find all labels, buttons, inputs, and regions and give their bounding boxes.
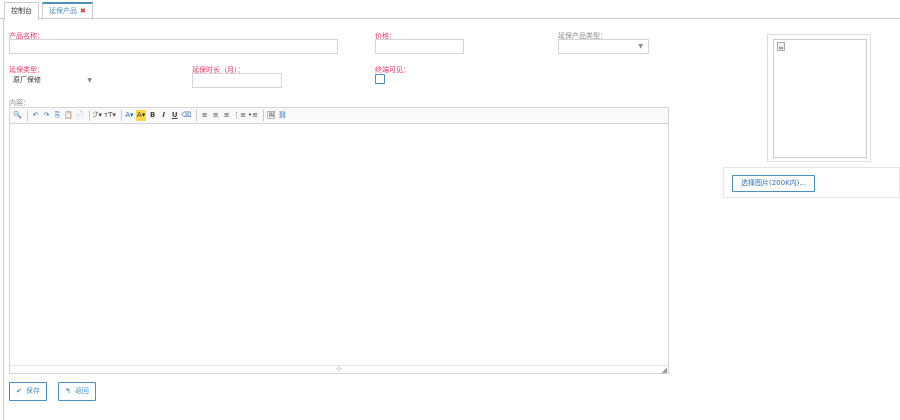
duration-input[interactable] bbox=[192, 73, 282, 88]
price-input[interactable] bbox=[375, 39, 464, 54]
redo-icon[interactable]: ↷ bbox=[42, 110, 51, 121]
toolbar-divider bbox=[27, 110, 28, 121]
tab-extended-warranty-product[interactable]: 延保产品 ✖ bbox=[42, 2, 93, 20]
copy-icon[interactable]: ⎘ bbox=[53, 110, 62, 121]
back-button[interactable]: ↰ 返回 bbox=[58, 382, 96, 401]
image-icon[interactable]: 🖼 bbox=[267, 110, 276, 121]
image-preview-panel bbox=[767, 34, 871, 162]
toolbar-divider bbox=[120, 110, 122, 121]
image-preview-frame bbox=[773, 39, 867, 158]
select-image-button[interactable]: 选择图片(200K内)... bbox=[732, 175, 816, 192]
link-icon[interactable]: ⛓ bbox=[278, 110, 287, 121]
resize-grip-icon[interactable]: ⊹ bbox=[336, 365, 342, 373]
warranty-type-value: 原厂保修 bbox=[13, 76, 41, 84]
chevron-down-icon: ▼ bbox=[638, 43, 643, 50]
back-arrow-icon: ↰ bbox=[65, 387, 71, 395]
tab-bar: 控制台 延保产品 ✖ bbox=[0, 0, 900, 20]
close-icon[interactable]: ✖ bbox=[80, 7, 86, 15]
align-center-icon[interactable]: ≡ bbox=[211, 110, 220, 121]
font-color-icon[interactable]: A▾ bbox=[125, 110, 134, 121]
editor-toolbar: 🔍 ↶ ↷ ⎘ 📋 📄 ℱ▾ тT▾ A▾ A▾ B I U ⌫ ≡ ≡ ≡ ⋮… bbox=[10, 108, 668, 124]
product-type-select[interactable]: ▼ bbox=[558, 39, 649, 54]
image-upload-panel: 选择图片(200K内)... bbox=[723, 167, 900, 198]
toolbar-divider bbox=[89, 110, 90, 121]
terminal-visible-checkbox[interactable] bbox=[375, 74, 385, 84]
broken-image-icon bbox=[777, 42, 785, 51]
font-family-icon[interactable]: ℱ▾ bbox=[93, 110, 102, 121]
back-label: 返回 bbox=[74, 387, 89, 395]
preview-icon[interactable]: 🔍 bbox=[13, 110, 22, 121]
rich-text-editor: 🔍 ↶ ↷ ⎘ 📋 📄 ℱ▾ тT▾ A▾ A▾ B I U ⌫ ≡ ≡ ≡ ⋮… bbox=[9, 107, 669, 374]
save-label: 保存 bbox=[25, 387, 40, 395]
bold-icon[interactable]: B bbox=[148, 110, 157, 121]
tab-console[interactable]: 控制台 bbox=[4, 2, 39, 20]
font-size-icon[interactable]: тT▾ bbox=[104, 110, 116, 121]
editor-resize-bar: ⊹ ◢ bbox=[10, 365, 668, 374]
italic-icon[interactable]: I bbox=[159, 110, 168, 121]
warranty-type-select[interactable]: 原厂保修 ▼ bbox=[9, 73, 98, 88]
undo-icon[interactable]: ↶ bbox=[31, 110, 40, 121]
align-right-icon[interactable]: ≡ bbox=[222, 110, 231, 121]
highlight-icon[interactable]: A▾ bbox=[135, 110, 147, 121]
remove-format-icon[interactable]: ⌫ bbox=[181, 110, 191, 121]
editor-body[interactable] bbox=[10, 124, 668, 366]
toolbar-divider bbox=[263, 110, 264, 121]
save-button[interactable]: ✔ 保存 bbox=[9, 382, 47, 401]
paste-icon[interactable]: 📋 bbox=[64, 110, 73, 121]
ordered-list-icon[interactable]: ⋮≡ bbox=[233, 110, 246, 121]
chevron-down-icon: ▼ bbox=[87, 77, 92, 84]
underline-icon[interactable]: U bbox=[170, 110, 179, 121]
unordered-list-icon[interactable]: •≡ bbox=[248, 110, 258, 121]
align-left-icon[interactable]: ≡ bbox=[200, 110, 209, 121]
tab-label: 延保产品 bbox=[49, 7, 77, 15]
content-border bbox=[3, 19, 4, 420]
product-name-input[interactable] bbox=[9, 39, 338, 54]
check-icon: ✔ bbox=[16, 387, 22, 395]
resize-corner-icon[interactable]: ◢ bbox=[662, 366, 667, 374]
toolbar-divider bbox=[196, 110, 198, 121]
paste-word-icon[interactable]: 📄 bbox=[75, 110, 84, 121]
